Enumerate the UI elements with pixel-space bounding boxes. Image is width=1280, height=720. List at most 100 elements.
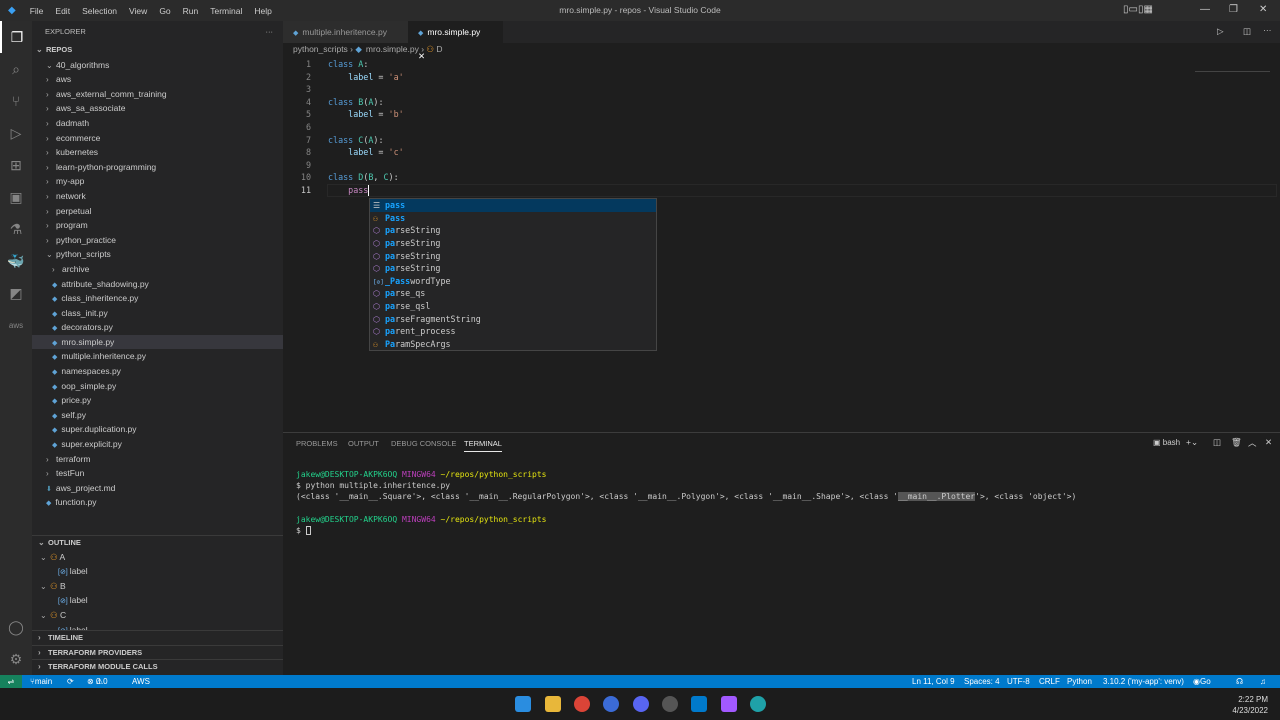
- folder-item[interactable]: › testFun: [32, 466, 283, 481]
- menu-run[interactable]: Run: [183, 6, 199, 16]
- go-live-button[interactable]: ◉ Go Live: [1193, 675, 1215, 699]
- menu-help[interactable]: Help: [254, 6, 271, 16]
- file-item[interactable]: ◆ self.py: [32, 408, 283, 423]
- section-header[interactable]: › TIMELINE: [32, 630, 283, 645]
- kill-terminal-icon[interactable]: 🗑: [1231, 437, 1242, 448]
- section-header[interactable]: › TERRAFORM PROVIDERS: [32, 644, 283, 660]
- folder-item[interactable]: › aws_external_comm_training: [32, 87, 283, 102]
- breadcrumb-symbol[interactable]: D: [436, 44, 442, 54]
- terminal-input[interactable]: $: [296, 525, 311, 536]
- minimap[interactable]: [1195, 60, 1270, 72]
- terminal-shell-dropdown[interactable]: ▣ bash: [1153, 438, 1180, 447]
- menu-terminal[interactable]: Terminal: [210, 6, 242, 16]
- maximize-panel-icon[interactable]: ︿: [1248, 437, 1257, 449]
- folder-item[interactable]: › archive: [32, 262, 283, 277]
- more-actions-icon[interactable]: ···: [1263, 25, 1272, 35]
- split-terminal-icon[interactable]: ◫: [1213, 437, 1221, 448]
- tab[interactable]: ◆ mro.simple.py ✕: [408, 21, 503, 61]
- app-icon[interactable]: [603, 696, 619, 712]
- folder-item[interactable]: ⌄ 40_algorithms: [32, 58, 283, 73]
- terraform-icon[interactable]: ◩: [0, 277, 32, 309]
- folder-item[interactable]: › terraform: [32, 452, 283, 467]
- folder-item[interactable]: › aws: [32, 72, 283, 87]
- chrome-icon[interactable]: [574, 696, 590, 712]
- settings-icon[interactable]: [662, 696, 678, 712]
- file-item[interactable]: ◆ super.explicit.py: [32, 437, 283, 452]
- python-interpreter[interactable]: 3.10.2 ('my-app': venv): [1103, 675, 1184, 688]
- problems-button[interactable]: ⊗ 0 ⚠ 0: [87, 675, 108, 688]
- split-editor-icon[interactable]: ◫: [1243, 26, 1251, 37]
- menu-file[interactable]: File: [30, 6, 44, 16]
- run-python-file-icon[interactable]: ▷: [1217, 26, 1224, 37]
- panel-tab-terminal[interactable]: TERMINAL: [464, 439, 502, 452]
- folder-item[interactable]: ⌄ python_scripts: [32, 247, 283, 262]
- file-item[interactable]: ◆ multiple.inheritence.py: [32, 349, 283, 364]
- file-item[interactable]: ◆ super.duplication.py: [32, 422, 283, 437]
- folder-item[interactable]: › kubernetes: [32, 145, 283, 160]
- suggestion-item[interactable]: [⊘]_PasswordType: [370, 275, 656, 288]
- cursor-position[interactable]: Ln 11, Col 9: [912, 675, 955, 688]
- tab[interactable]: ◆ multiple.inheritence.py: [283, 21, 408, 43]
- notifications-bell-icon[interactable]: ♫: [1260, 675, 1266, 688]
- file-item[interactable]: ◆ mro.simple.py: [32, 334, 283, 350]
- suggestion-item[interactable]: ⬡ parse_qsl: [370, 300, 656, 313]
- suggestion-item[interactable]: ⬡ parse_qs: [370, 287, 656, 300]
- menu-view[interactable]: View: [129, 6, 147, 16]
- edge-icon[interactable]: [750, 696, 766, 712]
- remote-explorer-icon[interactable]: ▣: [0, 181, 32, 213]
- folder-item[interactable]: › learn-python-programming: [32, 160, 283, 175]
- line-endings[interactable]: CRLF: [1039, 675, 1060, 688]
- remote-indicator-icon[interactable]: ⇌: [0, 675, 22, 688]
- file-explorer-icon[interactable]: [545, 696, 561, 712]
- file-item[interactable]: ◆ class_inheritence.py: [32, 291, 283, 306]
- close-window-button[interactable]: ✕: [1259, 4, 1267, 15]
- suggestion-item[interactable]: ⬡ parseString: [370, 262, 656, 275]
- breadcrumb-folder[interactable]: python_scripts: [293, 44, 348, 54]
- close-panel-icon[interactable]: ✕: [1265, 437, 1272, 448]
- suggestion-item[interactable]: ⬡ parseString: [370, 224, 656, 237]
- aws-status[interactable]: AWS: [132, 675, 150, 688]
- menu-edit[interactable]: Edit: [55, 6, 70, 16]
- outline-item[interactable]: ⌄ ⚇ C: [32, 608, 283, 623]
- folder-item[interactable]: › dadmath: [32, 116, 283, 131]
- outline-item[interactable]: [⊘] label: [32, 623, 283, 630]
- suggestion-item[interactable]: ⚇ ParamSpecArgs: [370, 338, 656, 351]
- explorer-icon[interactable]: ❐: [0, 21, 32, 53]
- file-item[interactable]: ◆ price.py: [32, 393, 283, 408]
- outline-item[interactable]: [⊘] label: [32, 564, 283, 579]
- suggestion-item[interactable]: ⬡ parseString: [370, 237, 656, 250]
- aws-icon[interactable]: aws: [0, 309, 32, 341]
- panel-tab-problems[interactable]: PROBLEMS: [296, 439, 338, 448]
- folder-item[interactable]: › perpetual: [32, 204, 283, 219]
- file-item[interactable]: ◆ decorators.py: [32, 320, 283, 335]
- minimize-button[interactable]: —: [1200, 4, 1210, 15]
- folder-item[interactable]: › network: [32, 189, 283, 204]
- outline-item[interactable]: ⌄ ⚇ B: [32, 579, 283, 594]
- extensions-icon[interactable]: ⊞: [0, 149, 32, 181]
- vscode-taskbar-icon[interactable]: [691, 696, 707, 712]
- discord-icon[interactable]: [633, 696, 649, 712]
- run-debug-icon[interactable]: ▷: [0, 117, 32, 149]
- outline-item[interactable]: ⌄ ⚇ A: [32, 550, 283, 565]
- encoding[interactable]: UTF-8: [1007, 675, 1030, 688]
- file-item[interactable]: ◆ attribute_shadowing.py: [32, 277, 283, 292]
- menu-go[interactable]: Go: [159, 6, 170, 16]
- folder-item[interactable]: › ecommerce: [32, 131, 283, 146]
- file-item[interactable]: ⬇ aws_project.md: [32, 481, 283, 496]
- outline-header[interactable]: ⌄ OUTLINE: [32, 535, 283, 550]
- suggestion-item[interactable]: ⬡ parseString: [370, 250, 656, 263]
- layout-toggle-icon[interactable]: ▯▭▯▦: [1123, 4, 1153, 15]
- section-header[interactable]: › TERRAFORM MODULE CALLS: [32, 659, 283, 674]
- settings-gear-icon[interactable]: ⚙: [0, 643, 32, 675]
- maximize-button[interactable]: ❐: [1229, 4, 1238, 15]
- file-item[interactable]: ◆ function.py: [32, 495, 283, 510]
- folder-item[interactable]: › python_practice: [32, 233, 283, 248]
- folder-item[interactable]: › my-app: [32, 174, 283, 189]
- search-icon[interactable]: ⌕: [0, 53, 32, 85]
- figma-icon[interactable]: [721, 696, 737, 712]
- outline-item[interactable]: [⊘] label: [32, 593, 283, 608]
- branch-button[interactable]: ⑂ main: [30, 675, 52, 688]
- testing-icon[interactable]: ⚗: [0, 213, 32, 245]
- docker-icon[interactable]: 🐳: [0, 245, 32, 277]
- file-item[interactable]: ◆ class_init.py: [32, 306, 283, 321]
